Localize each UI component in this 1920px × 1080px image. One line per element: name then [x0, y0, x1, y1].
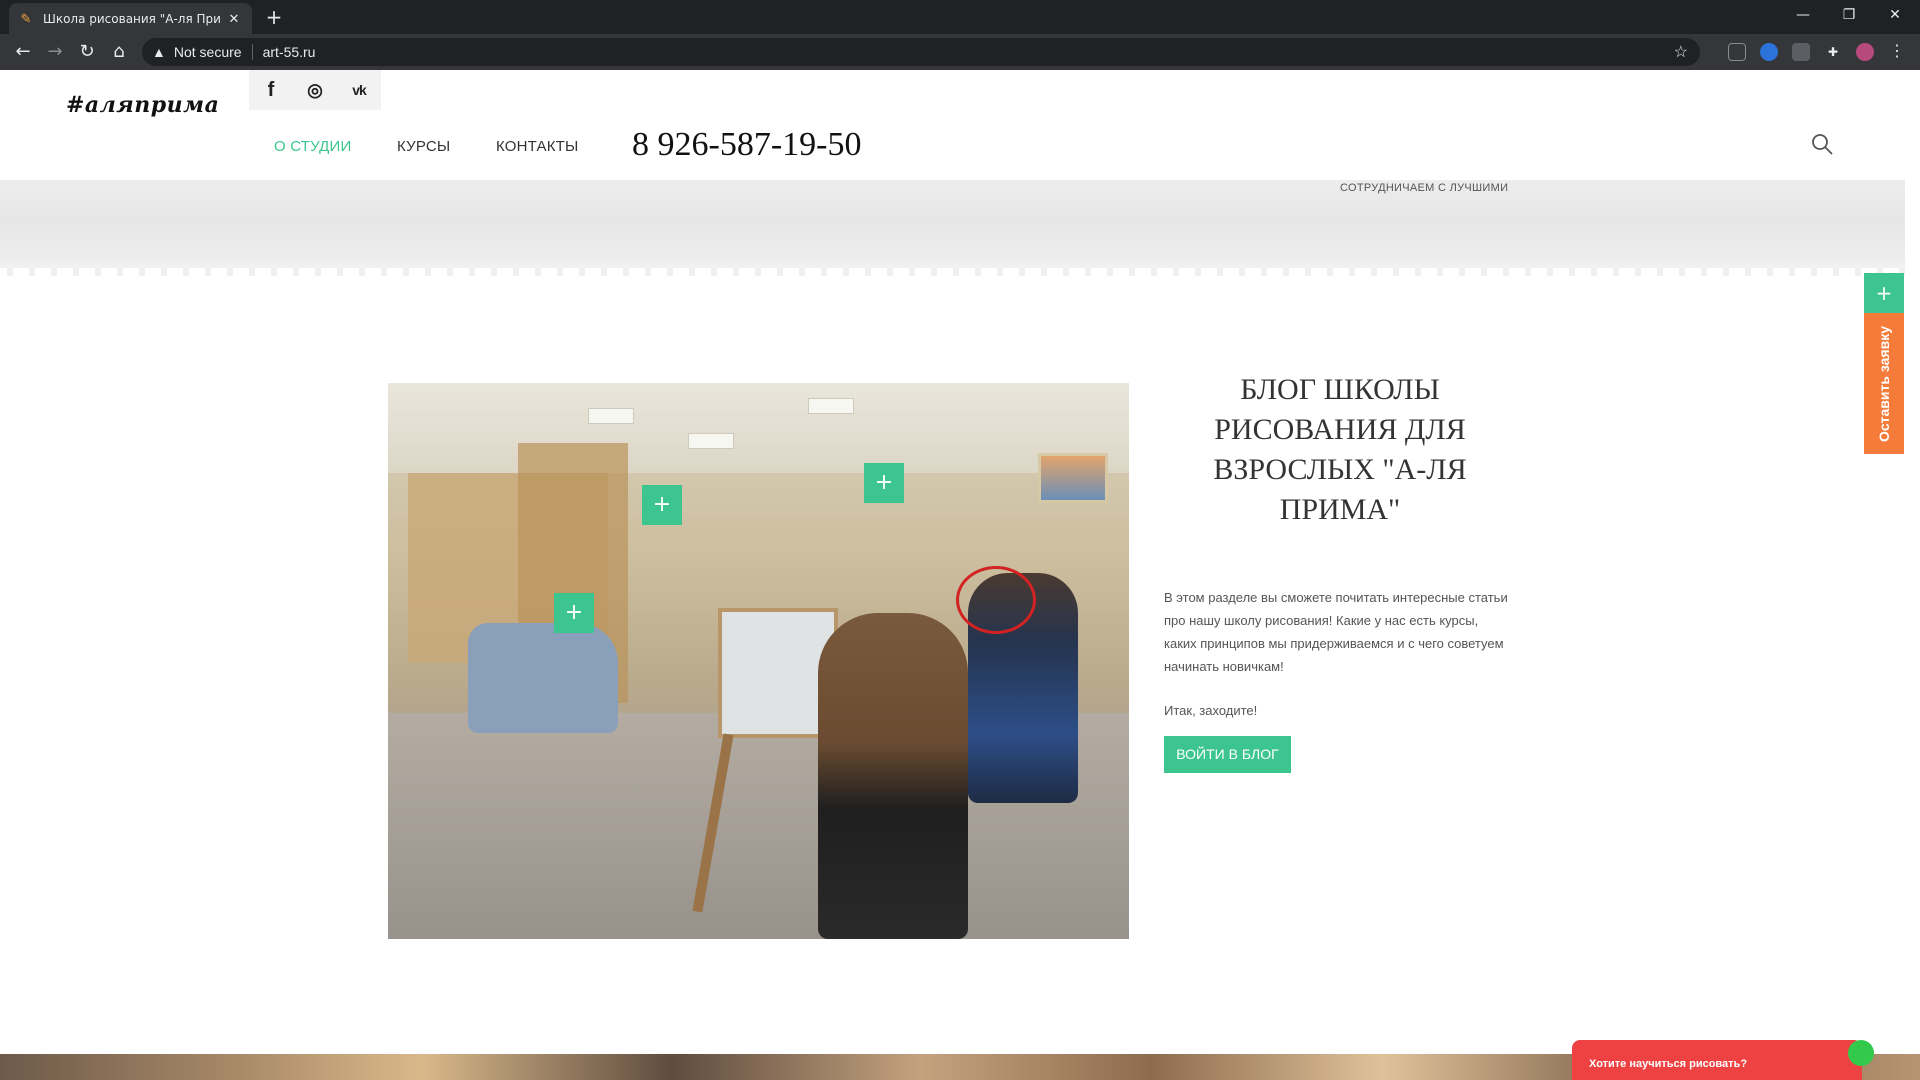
forward-icon[interactable]: →	[42, 39, 68, 65]
browser-toolbar: ← → ↻ ⌂ ▲ Not secure art-55.ru ☆ ✚ ⋮	[0, 34, 1920, 70]
back-icon[interactable]: ←	[10, 39, 36, 65]
vk-icon[interactable]: vk	[337, 70, 381, 110]
photo-ceiling-light	[588, 408, 634, 424]
new-tab-button[interactable]: +	[263, 6, 285, 28]
menu-kebab-icon[interactable]: ⋮	[1888, 43, 1906, 61]
photo-still-life-drape	[468, 623, 618, 733]
site-logo[interactable]: #аляприма	[66, 92, 219, 118]
browser-tabbar: ✎ Школа рисования "А-ля Прима" ✕ + — ❐ ✕	[0, 0, 1920, 34]
photo-hotspot-button[interactable]: +	[864, 463, 904, 503]
blog-title: БЛОГ ШКОЛЫ РИСОВАНИЯ ДЛЯ ВЗРОСЛЫХ "А-ЛЯ …	[1213, 373, 1467, 526]
site-favicon-icon: ✎	[20, 10, 32, 26]
minimize-button[interactable]: —	[1780, 0, 1826, 30]
nav-item-about[interactable]: О СТУДИИ	[274, 138, 352, 155]
photo-ceiling-light	[688, 433, 734, 449]
address-bar[interactable]: ▲ Not secure art-55.ru ☆	[142, 38, 1700, 66]
leave-request-button[interactable]: Оставить заявку	[1864, 313, 1904, 454]
photo-ceiling-light	[808, 398, 854, 414]
photo-hotspot-button[interactable]: +	[642, 485, 682, 525]
cooperate-caption[interactable]: СОТРУДНИЧАЕМ С ЛУЧШИМИ	[1340, 182, 1508, 194]
search-icon[interactable]	[1810, 132, 1834, 156]
tab-title: Школа рисования "А-ля Прима"	[43, 11, 220, 26]
omnibox-divider	[251, 44, 253, 60]
bookmark-star-icon[interactable]: ☆	[1674, 42, 1688, 62]
photo-hotspot-button[interactable]: +	[554, 593, 594, 633]
warning-icon: ▲	[152, 44, 166, 60]
chat-status-dot	[1848, 1040, 1874, 1066]
blog-description: В этом разделе вы сможете почитать интер…	[1164, 590, 1508, 674]
facebook-icon[interactable]: f	[249, 70, 293, 110]
extensions-puzzle-icon[interactable]: ✚	[1824, 43, 1842, 61]
chat-widget-bar[interactable]: Хотите научиться рисовать?	[1572, 1040, 1862, 1080]
extension-folder-icon[interactable]	[1792, 43, 1810, 61]
social-links: f ◎ vk	[249, 70, 381, 110]
photo-student-woman	[818, 613, 968, 939]
tab-close-icon[interactable]: ✕	[226, 11, 242, 27]
maximize-button[interactable]: ❐	[1826, 0, 1872, 30]
instagram-icon[interactable]: ◎	[293, 70, 337, 110]
reload-icon[interactable]: ↻	[74, 39, 100, 65]
extension-translate-icon[interactable]	[1760, 43, 1778, 61]
security-label: Not secure	[173, 44, 242, 60]
enter-blog-button[interactable]: ВОЙТИ В БЛОГ	[1164, 736, 1291, 773]
photo-ceiling	[388, 383, 1129, 473]
nav-item-contacts[interactable]: КОНТАКТЫ	[496, 138, 579, 155]
photo-red-highlight-circle	[956, 566, 1036, 634]
blog-cta-text: Итак, заходите!	[1164, 703, 1258, 718]
phone-number[interactable]: 8 926-587-19-50	[632, 126, 861, 164]
leave-request-label: Оставить заявку	[1876, 325, 1892, 442]
nav-item-courses[interactable]: КУРСЫ	[397, 138, 450, 155]
url-text: art-55.ru	[262, 44, 316, 60]
home-icon[interactable]: ⌂	[106, 39, 132, 65]
side-expand-button[interactable]: +	[1864, 273, 1904, 313]
extension-page-icon[interactable]	[1728, 43, 1746, 61]
browser-tab[interactable]: ✎ Школа рисования "А-ля Прима" ✕	[9, 3, 252, 34]
photo-wall-painting	[1038, 453, 1108, 503]
web-page: #аляприма f ◎ vk О СТУДИИ КУРСЫ КОНТАКТЫ…	[0, 70, 1920, 1080]
paper-texture-band	[0, 180, 1905, 276]
close-window-button[interactable]: ✕	[1872, 0, 1918, 30]
studio-photo: + + +	[388, 383, 1129, 939]
profile-avatar-icon[interactable]	[1856, 43, 1874, 61]
